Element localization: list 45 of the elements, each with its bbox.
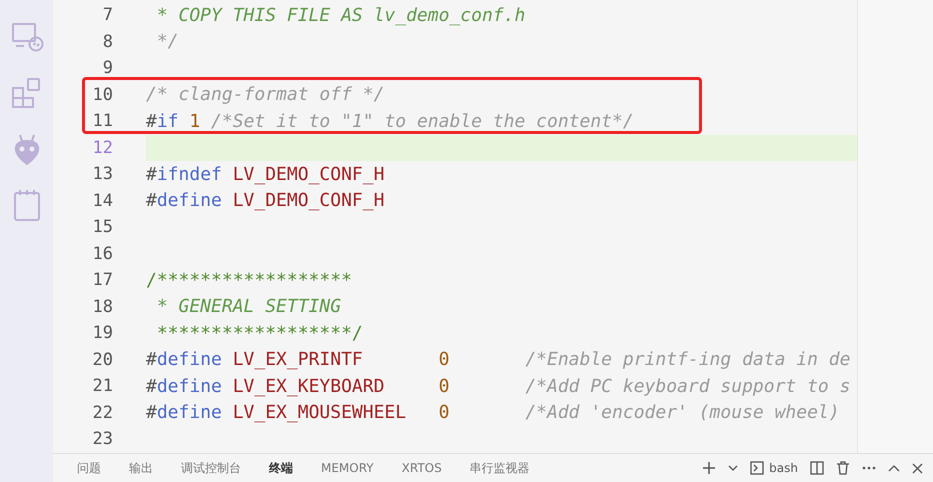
code-line: #ifndef LV_DEMO_CONF_H: [146, 162, 386, 187]
panel-tab[interactable]: 输出: [129, 460, 153, 476]
line-number: 23: [92, 429, 113, 450]
close-icon[interactable]: [912, 462, 923, 474]
code-line: * COPY THIS FILE AS lv_demo_conf.h: [156, 4, 526, 28]
panel-tab[interactable]: 终端: [269, 460, 293, 476]
code-line: #define LV_EX_PRINTF 0 /*Enable printf-ing data in de: [146, 348, 852, 372]
code-line: /* clang-format off */: [146, 83, 386, 108]
line-number: 7: [102, 5, 113, 26]
panel-tab[interactable]: MEMORY: [321, 461, 374, 475]
line-number: 15: [92, 217, 113, 238]
line-number: 10: [92, 84, 113, 105]
line-number: 12: [92, 138, 113, 158]
panel-tab[interactable]: 调试控制台: [181, 460, 241, 476]
terminal-icon[interactable]: [750, 461, 764, 475]
line-number: 13: [92, 164, 113, 184]
terminal-name[interactable]: bash: [769, 461, 798, 475]
line-number: 8: [102, 32, 113, 52]
chevron-down-icon[interactable]: [728, 463, 738, 473]
more-icon[interactable]: [862, 466, 876, 470]
line-number: 14: [92, 190, 113, 211]
code-line: /******************: [146, 268, 353, 293]
code-line: */: [156, 30, 180, 54]
line-number: 16: [92, 244, 113, 264]
split-icon[interactable]: [810, 461, 824, 475]
code-line: #define LV_EX_KEYBOARD 0 /*Add PC keyboard support to s: [146, 374, 852, 399]
panel-tab[interactable]: 串行监视器: [470, 460, 530, 476]
line-number: 9: [102, 58, 113, 78]
code-line: #define LV_EX_MOUSEWHEEL 0 /*Add 'encoder' (mouse wheel): [146, 401, 841, 426]
code-line: #define LV_DEMO_CONF_H: [146, 189, 386, 214]
code-line: ******************/: [156, 322, 364, 346]
line-number: 22: [92, 402, 113, 423]
line-number: 21: [92, 376, 113, 396]
line-number: 20: [92, 350, 113, 370]
line-number: 19: [92, 323, 113, 344]
panel-tab[interactable]: 问题: [77, 460, 101, 476]
line-number: 11: [92, 111, 113, 132]
line-number: 18: [92, 296, 113, 317]
panel-tab[interactable]: XRTOS: [402, 461, 442, 475]
line-number: 17: [92, 270, 113, 290]
trash-icon[interactable]: [836, 461, 850, 475]
code-line: * GENERAL SETTING: [156, 295, 342, 320]
plus-icon[interactable]: [702, 461, 716, 475]
code-line: #if 1 /*Set it to "1" to enable the content*/: [146, 110, 635, 134]
chevron-up-icon[interactable]: [888, 464, 900, 472]
